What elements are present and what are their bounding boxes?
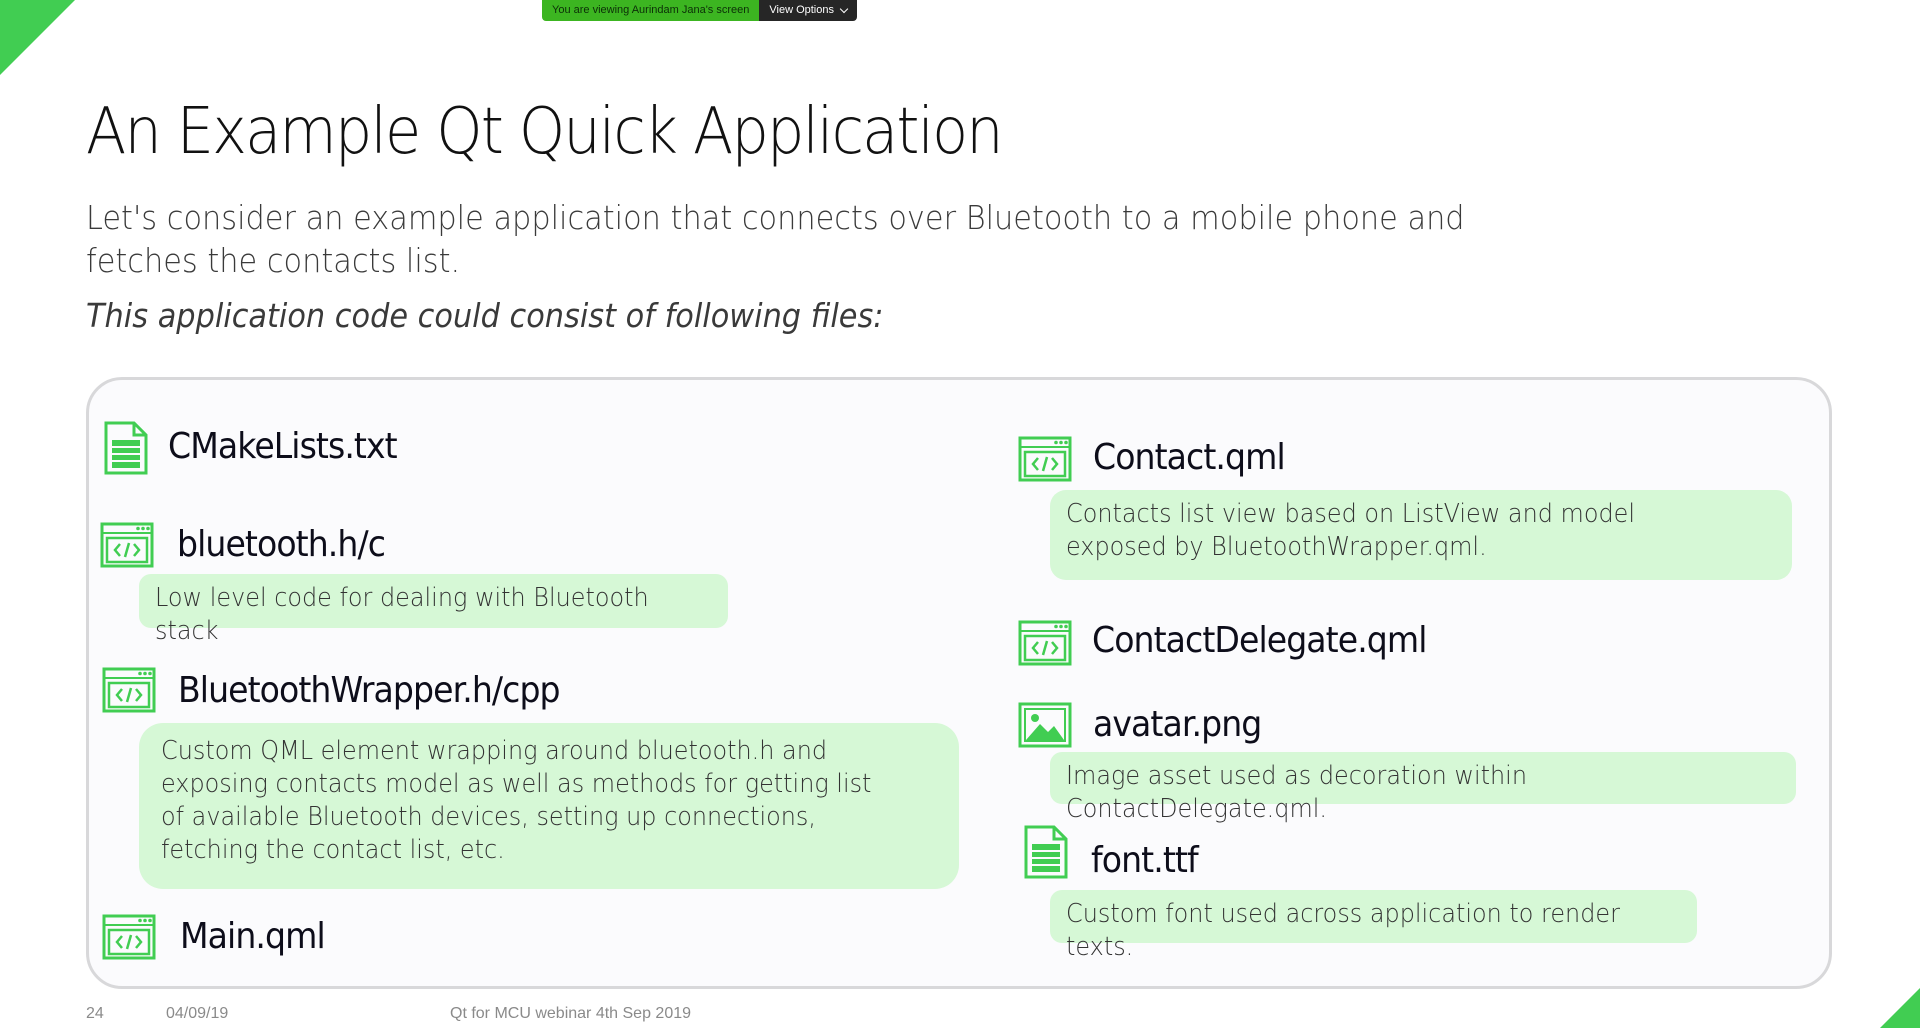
file-name-avatar: avatar.png <box>1093 704 1262 745</box>
file-name-bluetooth-wrapper: BluetoothWrapper.h/cpp <box>178 670 561 711</box>
file-name-cmakelists: CMakeLists.txt <box>168 426 398 467</box>
footer-date: 04/09/19 <box>166 1005 229 1022</box>
description-contact-text: Contacts list view based on ListView and… <box>1066 499 1636 562</box>
description-contact: Contacts list view based on ListView and… <box>1050 490 1792 580</box>
file-name-contact-delegate: ContactDelegate.qml <box>1092 620 1427 661</box>
description-bluetooth-wrapper-text: Custom QML element wrapping around bluet… <box>161 736 872 865</box>
description-avatar: Image asset used as decoration within Co… <box>1050 752 1796 824</box>
document-icon <box>1022 824 1070 880</box>
view-options-label: View Options <box>769 4 834 16</box>
file-name-contact: Contact.qml <box>1093 437 1286 478</box>
code-icon <box>1018 620 1072 666</box>
slide-title: An Example Qt Quick Application <box>86 95 1004 169</box>
footer-page-number: 24 <box>86 1005 104 1022</box>
description-bluetooth-wrapper: Custom QML element wrapping around bluet… <box>139 723 959 889</box>
chevron-down-icon <box>839 4 849 14</box>
slide-subtitle: This application code could consist of f… <box>86 296 884 335</box>
image-icon <box>1018 702 1072 748</box>
file-name-bluetooth: bluetooth.h/c <box>177 524 386 565</box>
footer-event: Qt for MCU webinar 4th Sep 2019 <box>450 1005 692 1022</box>
description-font: Custom font used across application to r… <box>1050 890 1697 962</box>
code-icon <box>102 914 156 960</box>
screen-share-label: You are viewing Aurindam Jana's screen <box>542 0 760 21</box>
view-options-button[interactable]: View Options <box>759 0 857 21</box>
document-icon <box>102 420 150 476</box>
corner-accent-top-left <box>0 0 75 75</box>
corner-accent-bottom-right <box>1880 988 1920 1028</box>
description-bluetooth: Low level code for dealing with Bluetoot… <box>139 574 728 646</box>
code-icon <box>102 667 156 713</box>
description-bluetooth-text: Low level code for dealing with Bluetoot… <box>155 583 649 646</box>
file-name-main: Main.qml <box>180 916 326 957</box>
description-font-text: Custom font used across application to r… <box>1066 899 1620 962</box>
code-icon <box>100 522 154 568</box>
file-name-font: font.ttf <box>1091 840 1199 881</box>
code-icon <box>1018 436 1072 482</box>
slide-intro: Let's consider an example application th… <box>86 198 1465 280</box>
description-avatar-text: Image asset used as decoration within Co… <box>1066 761 1527 824</box>
screen-share-bar: You are viewing Aurindam Jana's screen V… <box>542 0 857 21</box>
